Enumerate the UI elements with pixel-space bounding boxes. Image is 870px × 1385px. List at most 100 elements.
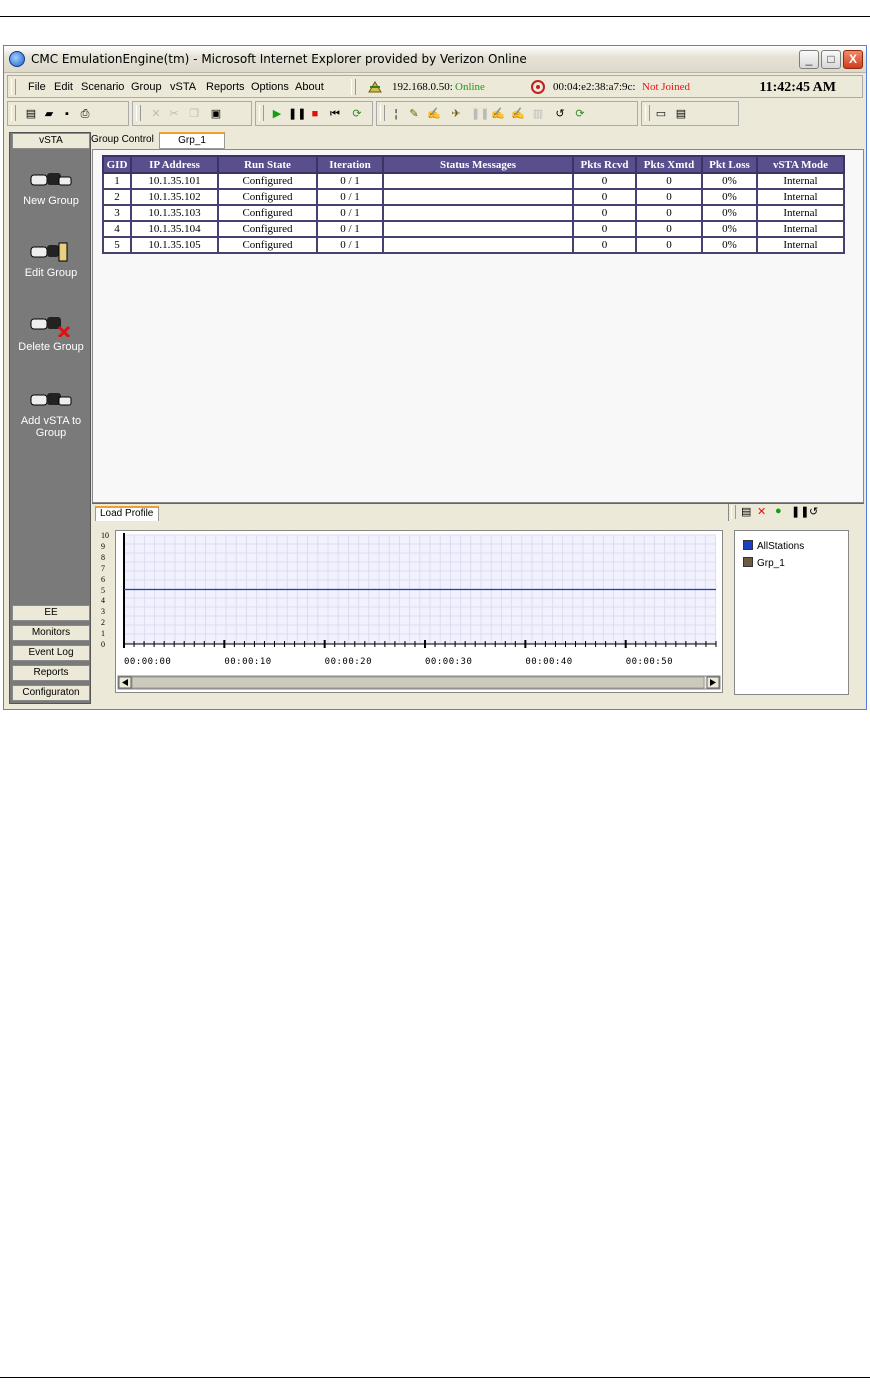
menu-bar: File Edit Scenario Group vSTA Reports Op…	[7, 75, 863, 98]
col-iteration[interactable]: Iteration	[316, 155, 384, 174]
minimize-button[interactable]: _	[799, 50, 819, 69]
scroll-thumb[interactable]	[131, 676, 705, 689]
page-top-rule	[0, 16, 870, 17]
menu-group[interactable]: Group	[131, 81, 162, 93]
menu-edit[interactable]: Edit	[54, 81, 73, 93]
disabled-sta-icon[interactable]: ✍	[491, 107, 505, 121]
cell-ip: 10.1.35.103	[130, 204, 219, 222]
toolbar-grip[interactable]	[11, 105, 16, 121]
status-grip[interactable]	[351, 79, 356, 95]
cell-pkt-loss: 0%	[701, 220, 758, 238]
delete-group-item[interactable]: Delete Group	[10, 315, 92, 353]
col-pkt-loss[interactable]: Pkt Loss	[701, 155, 758, 174]
tab-grp-1[interactable]: Grp_1	[159, 132, 225, 149]
menu-about[interactable]: About	[295, 81, 324, 93]
tab-group-control[interactable]: Group Control	[91, 134, 154, 145]
print-icon[interactable]: ⎙	[78, 107, 92, 121]
table-row[interactable]: 3 10.1.35.103 Configured 0 / 1 0 0 0% In…	[102, 204, 845, 222]
col-pkts-rcvd[interactable]: Pkts Rcvd	[572, 155, 637, 174]
toolbar-grip[interactable]	[645, 105, 650, 121]
stop-icon[interactable]: ■	[308, 107, 322, 121]
toolbar-grip[interactable]	[259, 105, 264, 121]
play-icon[interactable]: ●	[775, 505, 782, 517]
reset-icon[interactable]: ↺	[809, 505, 818, 518]
cell-ip: 10.1.35.104	[130, 220, 219, 238]
table-row[interactable]: 5 10.1.35.105 Configured 0 / 1 0 0 0% In…	[102, 236, 845, 254]
y-tick-label: 6	[101, 574, 105, 584]
menu-grip[interactable]	[11, 79, 16, 95]
y-tick-label: 7	[101, 563, 105, 573]
delete-icon[interactable]: ✕	[757, 505, 766, 518]
tab-event-log[interactable]: Event Log	[12, 645, 90, 661]
edit-sta-icon[interactable]: ✍	[427, 107, 441, 121]
tab-configuration[interactable]: Configuraton	[12, 685, 90, 701]
vsta-table: GID IP Address Run State Iteration Statu…	[102, 155, 845, 254]
disabled-sta2-icon[interactable]: ✍	[511, 107, 525, 121]
probe-icon[interactable]: ¦	[389, 107, 403, 121]
edit-group-item[interactable]: Edit Group	[10, 241, 92, 279]
y-tick-label: 1	[101, 629, 105, 639]
col-pkts-xmtd[interactable]: Pkts Xmtd	[635, 155, 703, 174]
col-run-state[interactable]: Run State	[217, 155, 318, 174]
toolbar-grip[interactable]	[136, 105, 141, 121]
tools-grip[interactable]	[731, 505, 736, 519]
rewind-icon[interactable]: ⏮	[328, 107, 342, 121]
copy-icon[interactable]: ❐	[187, 107, 201, 121]
reset-icon[interactable]: ↺	[553, 107, 567, 121]
refresh-icon[interactable]: ⟳	[350, 107, 364, 121]
cell-pkts-rcvd: 0	[572, 236, 637, 254]
cell-gid: 4	[102, 220, 132, 238]
save-icon[interactable]: ▪	[60, 107, 74, 121]
y-tick-label: 10	[101, 531, 109, 540]
scissors-icon[interactable]: ✂	[167, 107, 181, 121]
col-ip-address[interactable]: IP Address	[130, 155, 219, 174]
tab-load-profile[interactable]: Load Profile	[95, 506, 159, 522]
menu-scenario[interactable]: Scenario	[81, 81, 124, 93]
pause-sta-icon[interactable]: ❚❚	[471, 107, 489, 121]
maximize-button[interactable]: □	[821, 50, 841, 69]
new-icon[interactable]: ▤	[741, 505, 751, 518]
col-vsta-mode[interactable]: vSTA Mode	[756, 155, 845, 174]
cell-gid: 3	[102, 204, 132, 222]
load-profile-chart: 00:00:00 00:00:10 00:00:20 00:00:30 00:00:40…	[117, 533, 721, 690]
menu-options[interactable]: Options	[251, 81, 289, 93]
open-icon[interactable]: ▰	[42, 107, 56, 121]
cut-icon[interactable]: ✕	[149, 107, 163, 121]
paste-icon[interactable]: ▣	[209, 107, 223, 121]
vsta-header[interactable]: vSTA	[12, 133, 90, 149]
cell-pkt-loss: 0%	[701, 204, 758, 222]
toolbar-grip[interactable]	[380, 105, 385, 121]
cell-pkts-xmtd: 0	[635, 188, 703, 206]
run-sta-icon[interactable]: ✈	[449, 107, 463, 121]
pause-icon[interactable]: ❚❚	[791, 505, 809, 518]
menu-vsta[interactable]: vSTA	[170, 81, 196, 93]
cell-iteration: 0 / 1	[316, 204, 384, 222]
report-icon[interactable]: ▭	[654, 107, 668, 121]
cell-status	[382, 220, 574, 238]
table-row[interactable]: 4 10.1.35.104 Configured 0 / 1 0 0 0% In…	[102, 220, 845, 238]
cell-run-state: Configured	[217, 204, 318, 222]
legend-item-grp-1[interactable]: Grp_1	[743, 557, 785, 569]
new-group-icon	[30, 173, 72, 186]
menu-reports[interactable]: Reports	[206, 81, 245, 93]
pause-icon[interactable]: ❚❚	[288, 107, 306, 121]
new-icon[interactable]: ▤	[24, 107, 38, 121]
tab-ee[interactable]: EE	[12, 605, 90, 621]
play-icon[interactable]: ▶	[270, 107, 284, 121]
table-row[interactable]: 2 10.1.35.102 Configured 0 / 1 0 0 0% In…	[102, 188, 845, 206]
menu-file[interactable]: File	[28, 81, 46, 93]
disabled-sta3-icon[interactable]: ▥	[531, 107, 545, 121]
vsta-toolbar: ¦ ✎ ✍ ✈ ❚❚ ✍ ✍ ▥ ↺ ⟳	[376, 101, 638, 126]
export-icon[interactable]: ▤	[674, 107, 688, 121]
add-vsta-item[interactable]: Add vSTA to Group	[10, 389, 92, 439]
col-status-messages[interactable]: Status Messages	[382, 155, 574, 174]
col-gid[interactable]: GID	[102, 155, 132, 174]
legend-item-allstations[interactable]: AllStations	[743, 540, 804, 552]
new-group-item[interactable]: New Group	[10, 169, 92, 207]
close-button[interactable]: X	[843, 50, 863, 69]
tab-monitors[interactable]: Monitors	[12, 625, 90, 641]
reload-icon[interactable]: ⟳	[573, 107, 587, 121]
tab-reports[interactable]: Reports	[12, 665, 90, 681]
add-sta-icon[interactable]: ✎	[407, 107, 421, 121]
table-row[interactable]: 1 10.1.35.101 Configured 0 / 1 0 0 0% In…	[102, 172, 845, 190]
